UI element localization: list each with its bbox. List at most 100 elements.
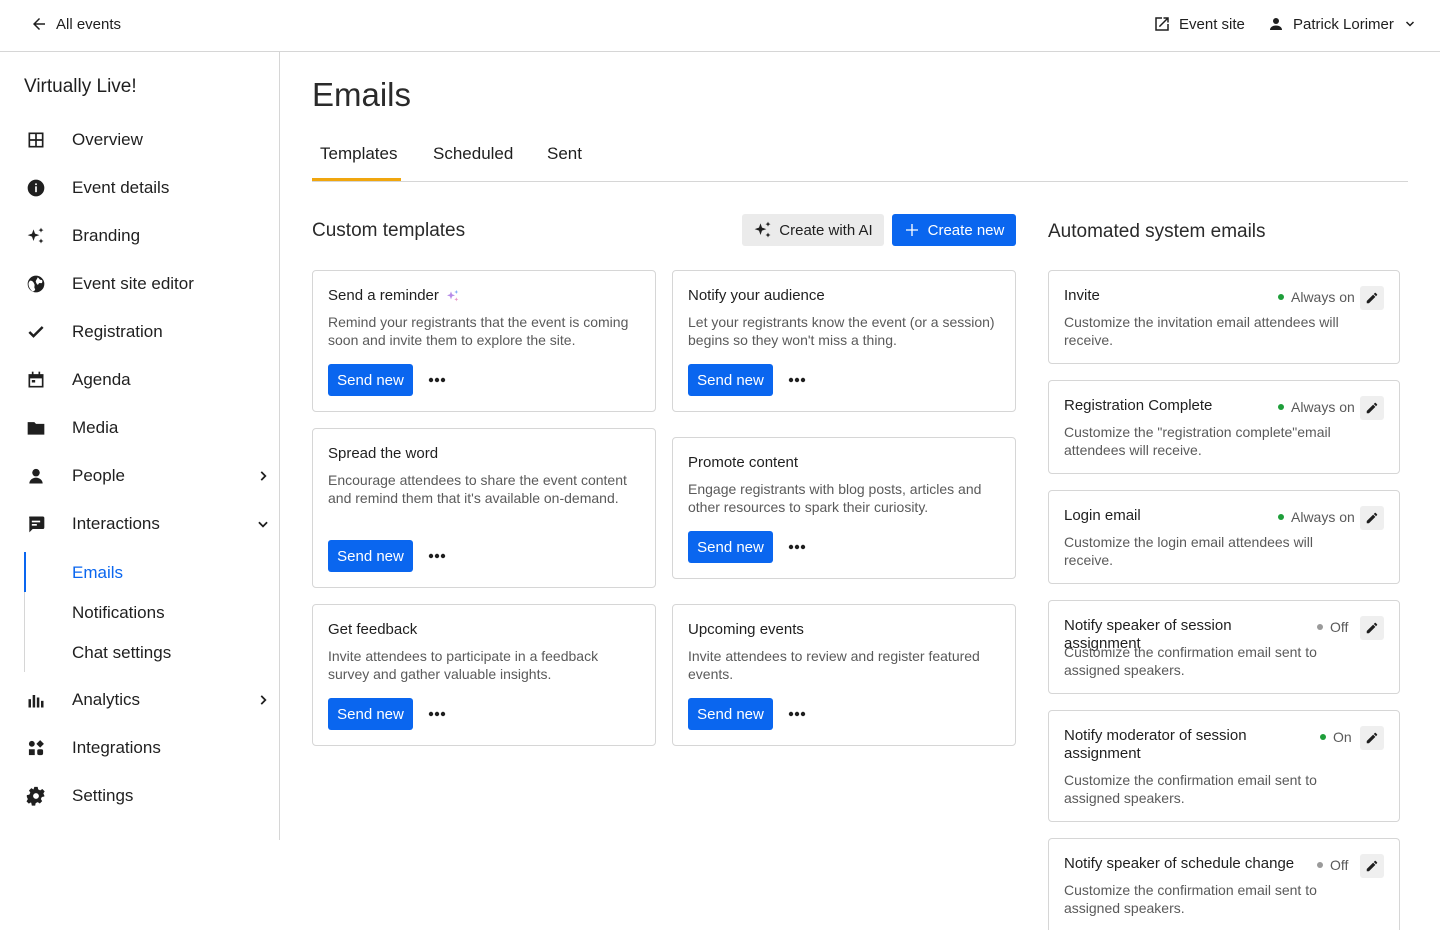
arrow-left-icon [33, 18, 45, 30]
sidebar-item-interactions[interactable]: Interactions [24, 510, 270, 538]
system-email-title: Notify moderator of session assignment [1064, 727, 1247, 762]
status-badge: Always on [1278, 289, 1355, 305]
chevron-right-icon [260, 471, 267, 481]
status-label: Always on [1291, 289, 1355, 305]
system-email-card: Notify speaker of schedule change Off Cu… [1048, 838, 1400, 930]
folder-icon [27, 422, 45, 435]
more-options-button[interactable] [785, 364, 809, 396]
edit-button[interactable] [1360, 726, 1384, 750]
status-badge: On [1320, 729, 1352, 745]
tab-templates[interactable]: Templates [320, 144, 397, 164]
send-new-button[interactable]: Send new [688, 364, 773, 396]
sidebar-subitem-notifications[interactable]: Notifications [72, 603, 165, 623]
status-badge: Always on [1278, 399, 1355, 415]
more-options-button[interactable] [785, 698, 809, 730]
more-options-button[interactable] [425, 698, 449, 730]
send-new-button[interactable]: Send new [328, 364, 413, 396]
sidebar-item-agenda[interactable]: Agenda [24, 366, 270, 394]
custom-templates-heading: Custom templates [312, 220, 466, 241]
user-menu[interactable]: Patrick Lorimer [1267, 15, 1416, 33]
pencil-icon [1366, 860, 1378, 872]
status-dot [1278, 294, 1284, 300]
edit-button[interactable] [1360, 286, 1384, 310]
sidebar-item-settings[interactable]: Settings [24, 782, 270, 810]
template-card: Promote content Engage registrants with … [672, 437, 1016, 579]
send-new-button[interactable]: Send new [688, 531, 773, 563]
globe-icon [27, 275, 45, 293]
send-new-button[interactable]: Send new [688, 698, 773, 730]
gear-icon [26, 786, 45, 806]
system-email-card: Notify speaker of session assignment Off… [1048, 600, 1400, 694]
tab-scheduled[interactable]: Scheduled [433, 144, 513, 164]
sidebar-item-overview[interactable]: Overview [24, 126, 270, 154]
create-new-button[interactable]: Create new [892, 214, 1016, 246]
system-email-card: Login email Always on Customize the logi… [1048, 490, 1400, 584]
system-email-description: Customize the invitation email attendees… [1064, 314, 1339, 348]
system-email-description: Customize the login email attendees will… [1064, 534, 1314, 568]
system-email-description: Customize the "registration complete"ema… [1064, 424, 1331, 458]
sidebar-item-integrations[interactable]: Integrations [24, 734, 270, 762]
sidebar-item-label: Settings [72, 786, 134, 805]
pencil-icon [1366, 402, 1378, 414]
system-email-title: Invite [1064, 287, 1100, 304]
template-description: Let your registrants know the event (or … [688, 314, 995, 348]
status-label: Off [1330, 619, 1349, 635]
edit-button[interactable] [1360, 506, 1384, 530]
sidebar-item-label: Overview [72, 130, 143, 149]
calendar-icon [28, 371, 44, 388]
status-dot [1320, 734, 1326, 740]
chat-icon [29, 516, 45, 533]
sidebar-item-event-site-editor[interactable]: Event site editor [24, 270, 270, 298]
active-indicator [24, 552, 26, 592]
integrations-icon [28, 740, 44, 756]
sidebar-subitem-chat-settings[interactable]: Chat settings [72, 643, 171, 663]
sidebar-item-event-details[interactable]: Event details [24, 174, 270, 202]
more-horizontal-icon [428, 377, 446, 383]
system-email-card: Invite Always on Customize the invitatio… [1048, 270, 1400, 364]
sidebar: Virtually Live! [0, 52, 280, 840]
edit-button[interactable] [1360, 854, 1384, 878]
plus-icon [905, 224, 918, 236]
status-label: Always on [1291, 509, 1355, 525]
tab-sent[interactable]: Sent [547, 144, 582, 164]
send-new-button[interactable]: Send new [328, 698, 413, 730]
send-new-button[interactable]: Send new [328, 540, 413, 572]
checkmark-icon [28, 326, 44, 338]
system-email-title: Notify speaker of schedule change [1064, 855, 1295, 872]
sidebar-item-label: Integrations [72, 738, 161, 757]
template-description: Invite attendees to participate in a fee… [328, 648, 599, 682]
sidebar-item-people[interactable]: People [24, 462, 270, 490]
more-options-button[interactable] [425, 364, 449, 396]
sidebar-item-analytics[interactable]: Analytics [24, 686, 270, 714]
sidebar-item-label: Branding [72, 226, 141, 245]
all-events-link[interactable]: All events [30, 15, 121, 33]
pencil-icon [1366, 292, 1378, 304]
system-email-title: Login email [1064, 507, 1141, 524]
more-options-button[interactable] [425, 540, 449, 572]
create-with-ai-button[interactable]: Create with AI [742, 214, 884, 246]
sidebar-item-label: Interactions [72, 514, 160, 533]
sidebar-item-branding[interactable]: Branding [24, 222, 270, 250]
more-options-button[interactable] [785, 531, 809, 563]
template-title: Spread the word [328, 445, 439, 462]
pencil-icon [1366, 512, 1378, 524]
system-email-card: Registration Complete Always on Customiz… [1048, 380, 1400, 474]
person-icon [29, 468, 43, 484]
app-name: Virtually Live! [24, 76, 137, 97]
edit-button[interactable] [1360, 616, 1384, 640]
edit-button[interactable] [1360, 396, 1384, 420]
sidebar-item-registration[interactable]: Registration [24, 318, 270, 346]
sidebar-subitem-emails[interactable]: Emails [72, 563, 123, 583]
more-horizontal-icon [428, 553, 446, 559]
template-title: Send a reminder [328, 287, 439, 304]
template-description: Encourage attendees to share the event c… [328, 472, 627, 506]
page-title: Emails [312, 76, 412, 113]
create-with-ai-label: Create with AI [779, 221, 873, 239]
sidebar-item-label: Registration [72, 322, 163, 341]
more-horizontal-icon [788, 711, 806, 717]
status-dot [1278, 514, 1284, 520]
sidebar-item-label: Event site editor [72, 274, 194, 293]
event-site-link[interactable]: Event site [1153, 15, 1245, 33]
user-name: Patrick Lorimer [1293, 15, 1394, 33]
sidebar-item-media[interactable]: Media [24, 414, 270, 442]
